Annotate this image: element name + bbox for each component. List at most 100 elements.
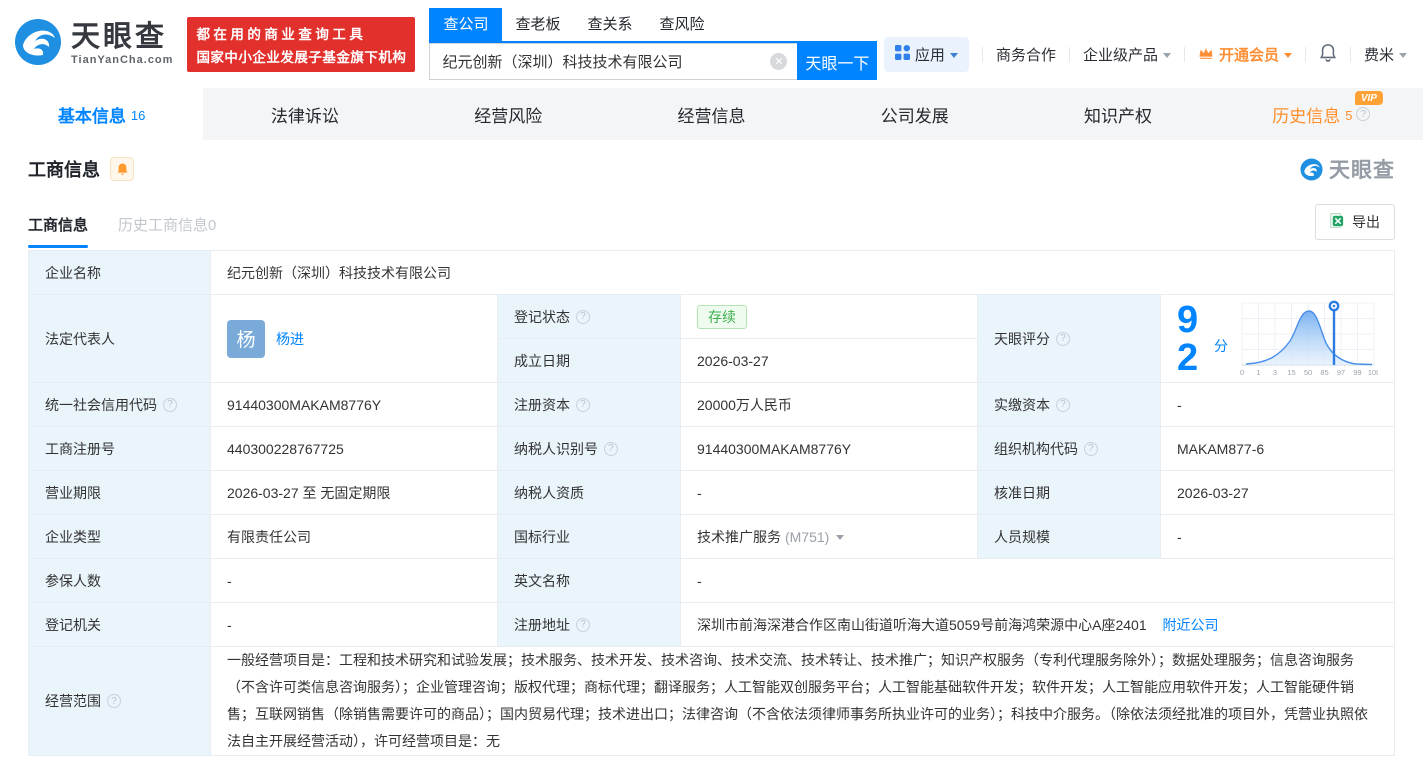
tab-company-development[interactable]: 公司发展	[813, 88, 1016, 140]
divider	[1304, 47, 1306, 62]
table-row: 企业类型 有限责任公司 国标行业 技术推广服务 (M751) 人员规模 -	[28, 514, 1395, 559]
legal-rep-link[interactable]: 杨进	[276, 329, 304, 349]
subtab-business-info[interactable]: 工商信息	[28, 214, 89, 248]
user-account-menu[interactable]: 费米	[1364, 44, 1407, 65]
main-content: 工商信息 天眼查 工商信息 历史工商信息0 导出 企业名称 纪元创新（深圳）科技…	[0, 154, 1423, 756]
credit-code-value: 91440300MAKAM8776Y	[210, 382, 498, 427]
reg-address-cell: 深圳市前海深港合作区南山街道听海大道5059号前海鸿荣源中心A座2401 附近公…	[680, 602, 1395, 647]
subscribe-bell-button[interactable]	[110, 157, 134, 181]
help-icon[interactable]: ?	[576, 397, 590, 412]
divider	[981, 47, 983, 62]
chevron-down-icon[interactable]	[836, 535, 845, 540]
tab-legal-litigation[interactable]: 法律诉讼	[203, 88, 406, 140]
top-header: 天眼查 TianYanCha.com 都在用的商业查询工具 国家中小企业发展子基…	[0, 0, 1423, 88]
chevron-down-icon	[1162, 53, 1171, 58]
help-icon[interactable]: ?	[604, 441, 618, 456]
chevron-down-icon	[949, 53, 958, 58]
search-button[interactable]: 天眼一下	[797, 43, 878, 80]
apps-grid-icon	[894, 45, 910, 64]
search-tab-company[interactable]: 查公司	[429, 8, 503, 41]
svg-text:50: 50	[1304, 368, 1312, 377]
search-input[interactable]	[429, 43, 798, 80]
business-scope-value: 一般经营项目是：工程和技术研究和试验发展；技术服务、技术开发、技术咨询、技术交流…	[210, 646, 1395, 756]
field-label: 纳税人识别号?	[497, 426, 681, 471]
legal-rep-cell: 杨 杨进	[210, 294, 498, 383]
svg-text:100: 100	[1368, 368, 1378, 377]
svg-text:99: 99	[1353, 368, 1361, 377]
search-area: 查公司 查老板 查关系 查风险 ✕ 天眼一下	[429, 8, 878, 80]
tianyancha-swirl-icon	[14, 18, 62, 71]
field-label: 天眼评分?	[977, 294, 1161, 383]
field-label: 实缴资本?	[977, 382, 1161, 427]
enterprise-products-menu[interactable]: 企业级产品	[1083, 44, 1171, 65]
english-name-value: -	[680, 558, 1395, 603]
help-icon[interactable]: ?	[576, 617, 590, 632]
reg-authority-value: -	[210, 602, 498, 647]
company-name-value: 纪元创新（深圳）科技技术有限公司	[210, 250, 1395, 295]
field-label: 统一社会信用代码?	[28, 382, 211, 427]
field-label: 人员规模	[977, 514, 1161, 559]
help-icon[interactable]: ?	[107, 694, 121, 708]
crown-icon	[1198, 46, 1214, 64]
field-label: 登记机关	[28, 602, 211, 647]
divider	[1183, 47, 1185, 62]
help-icon[interactable]: ?	[1356, 107, 1371, 121]
score-distribution-chart: 0 1 3 15 50 85 97 99 100	[1236, 297, 1380, 380]
tianyancha-logo[interactable]: 天眼查 TianYanCha.com	[14, 18, 173, 71]
help-icon[interactable]: ?	[1056, 331, 1070, 346]
paid-capital-value: -	[1160, 382, 1395, 427]
export-button[interactable]: 导出	[1315, 204, 1395, 240]
field-label: 组织机构代码?	[977, 426, 1161, 471]
table-row: 登记机关 - 注册地址? 深圳市前海深港合作区南山街道听海大道5059号前海鸿荣…	[28, 602, 1395, 647]
tab-operating-info[interactable]: 经营信息	[610, 88, 813, 140]
business-info-table: 企业名称 纪元创新（深圳）科技技术有限公司 法定代表人 杨 杨进 登记状态? 存…	[28, 250, 1395, 756]
watermark-logo: 天眼查	[1300, 154, 1395, 184]
apps-menu[interactable]: 应用	[883, 37, 969, 72]
table-row: 工商注册号 440300228767725 纳税人识别号? 91440300MA…	[28, 426, 1395, 471]
search-tab-risk[interactable]: 查风险	[659, 8, 704, 41]
tab-history-info[interactable]: VIP 历史信息 5 ?	[1220, 88, 1423, 140]
brand-domain: TianYanCha.com	[71, 54, 174, 67]
apps-label: 应用	[914, 47, 945, 64]
vip-badge: VIP	[1354, 91, 1383, 105]
search-tabs: 查公司 查老板 查关系 查风险	[429, 8, 878, 43]
field-label: 经营范围?	[28, 646, 211, 756]
field-label: 成立日期	[497, 338, 681, 383]
reg-address-value: 深圳市前海深港合作区南山街道听海大道5059号前海鸿荣源中心A座2401	[697, 616, 1147, 633]
help-icon[interactable]: ?	[163, 397, 177, 412]
search-tab-relation[interactable]: 查关系	[587, 8, 632, 41]
establish-date-value: 2026-03-27	[680, 338, 978, 383]
field-label: 纳税人资质	[497, 470, 681, 515]
company-type-value: 有限责任公司	[210, 514, 498, 559]
table-row: 统一社会信用代码? 91440300MAKAM8776Y 注册资本? 20000…	[28, 382, 1395, 427]
chevron-down-icon	[1283, 53, 1292, 58]
bell-icon	[1319, 43, 1337, 66]
username-label: 费米	[1363, 47, 1394, 64]
nearby-companies-link[interactable]: 附近公司	[1163, 617, 1219, 633]
field-label: 法定代表人	[28, 294, 211, 383]
search-tab-boss[interactable]: 查老板	[515, 8, 560, 41]
field-label: 营业期限	[28, 470, 211, 515]
tab-basic-info[interactable]: 基本信息 16	[0, 88, 204, 140]
notifications-bell[interactable]	[1319, 43, 1337, 66]
slogan-line1: 都在用的商业查询工具	[196, 26, 367, 42]
help-icon[interactable]: ?	[576, 309, 590, 324]
company-nav-tabs: 基本信息 16 法律诉讼 经营风险 经营信息 公司发展 知识产权 VIP 历史信…	[0, 88, 1423, 140]
section-title: 工商信息	[28, 160, 100, 180]
field-label: 企业名称	[28, 250, 211, 295]
staff-size-value: -	[1160, 514, 1395, 559]
taxpayer-quality-value: -	[680, 470, 978, 515]
subtab-history-business-info[interactable]: 历史工商信息0	[118, 214, 216, 248]
tab-intellectual-property[interactable]: 知识产权	[1016, 88, 1219, 140]
help-icon[interactable]: ?	[1084, 441, 1098, 456]
reg-status-value: 存续	[680, 294, 978, 339]
tab-operating-risk[interactable]: 经营风险	[407, 88, 610, 140]
avatar[interactable]: 杨	[227, 319, 265, 358]
reg-number-value: 440300228767725	[210, 426, 498, 471]
open-vip-menu[interactable]: 开通会员	[1198, 44, 1292, 65]
field-label: 核准日期	[977, 470, 1161, 515]
svg-text:15: 15	[1287, 368, 1295, 377]
business-cooperation-link[interactable]: 商务合作	[996, 44, 1056, 65]
chevron-down-icon	[1399, 53, 1407, 58]
help-icon[interactable]: ?	[1056, 397, 1070, 412]
